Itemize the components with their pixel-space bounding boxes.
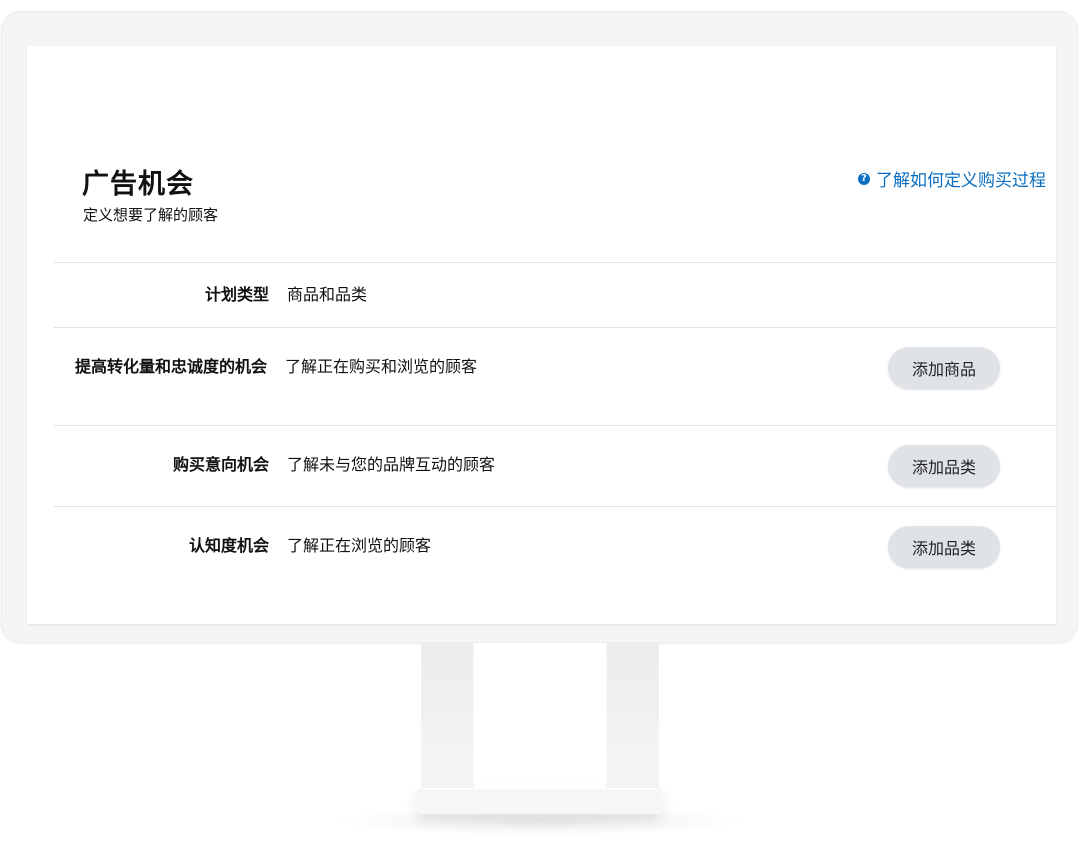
row-label: 提高转化量和忠诚度的机会 [74,357,267,376]
table-row: 购买意向机会 了解未与您的品牌互动的顾客 添加品类 [54,425,1056,506]
help-link[interactable]: ? 了解如何定义购买过程 [858,166,1046,191]
monitor-screen: 广告机会 定义想要了解的顾客 ? 了解如何定义购买过程 计划类型 商品和品类 提… [27,46,1056,624]
add-product-button[interactable]: 添加商品 [888,347,1000,389]
help-link-label: 了解如何定义购买过程 [876,171,1046,191]
monitor-mockup: 广告机会 定义想要了解的顾客 ? 了解如何定义购买过程 计划类型 商品和品类 提… [0,0,1080,853]
monitor-bezel: 广告机会 定义想要了解的顾客 ? 了解如何定义购买过程 计划类型 商品和品类 提… [1,11,1078,643]
row-value: 了解正在浏览的顾客 [287,536,432,555]
neck-shade-left [421,643,473,791]
monitor-base [417,788,662,814]
row-value: 了解正在购买和浏览的顾客 [285,357,478,376]
row-label: 认知度机会 [188,536,269,555]
add-category-button[interactable]: 添加品类 [888,445,1000,487]
row-value: 了解未与您的品牌互动的顾客 [287,455,496,474]
page-header: 广告机会 定义想要了解的顾客 ? 了解如何定义购买过程 [27,46,1056,262]
table-row: 提高转化量和忠诚度的机会 了解正在购买和浏览的顾客 添加商品 [54,327,1056,425]
add-category-button[interactable]: 添加品类 [888,526,1000,568]
row-label: 购买意向机会 [172,455,269,474]
row-label: 计划类型 [204,285,269,304]
table-row: 认知度机会 了解正在浏览的顾客 添加品类 [54,506,1056,586]
table-row: 计划类型 商品和品类 [54,262,1056,327]
page-subtitle: 定义想要了解的顾客 [83,206,219,224]
row-value: 商品和品类 [287,285,368,304]
monitor-neck [421,643,659,791]
page-title: 广告机会 [82,169,194,200]
question-circle-icon: ? [858,172,870,185]
neck-shade-right [607,643,659,791]
opportunity-table: 计划类型 商品和品类 提高转化量和忠诚度的机会 了解正在购买和浏览的顾客 添加商… [54,262,1056,586]
